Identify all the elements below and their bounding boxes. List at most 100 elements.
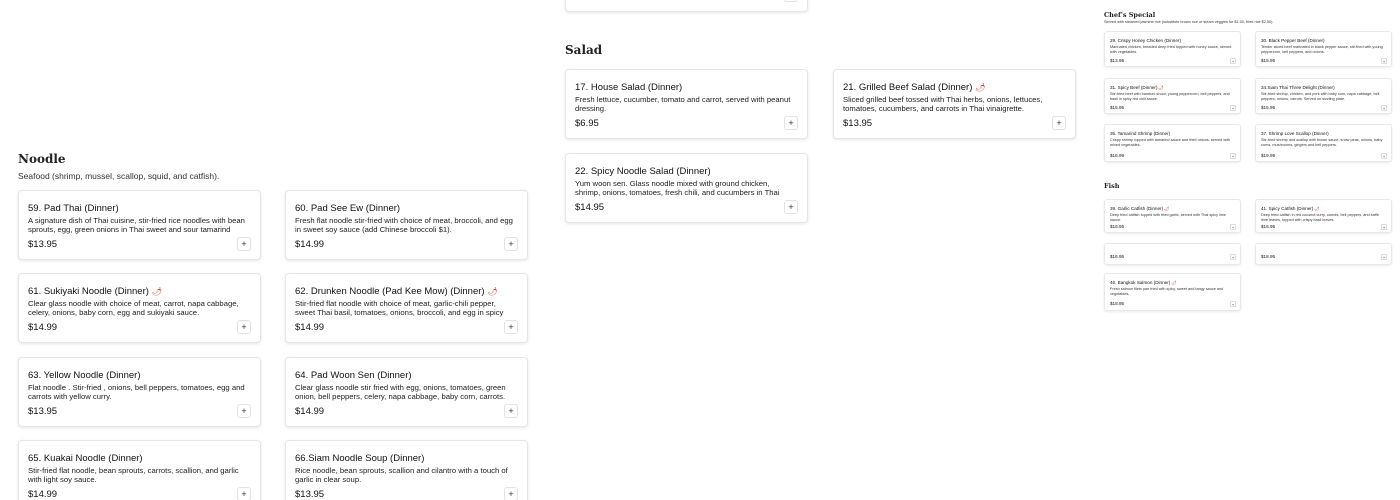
add-to-cart-button[interactable]: + xyxy=(784,200,798,214)
item-description: Clear glass noodle stir fried with egg, … xyxy=(295,383,506,402)
add-to-cart-button[interactable]: + xyxy=(237,320,251,334)
add-to-cart-button[interactable]: + xyxy=(237,487,251,500)
item-description: Fresh salmon filets pan fried with spicy… xyxy=(1110,287,1224,296)
menu-item-card[interactable]: 29. Crispy Honey Chicken (Dinner) Marina… xyxy=(1104,31,1241,67)
add-to-cart-button[interactable]: + xyxy=(784,0,798,2)
add-to-cart-button[interactable]: + xyxy=(1381,105,1387,111)
item-description: Fresh flat noodle stir-fried with choice… xyxy=(295,216,513,235)
add-to-cart-button[interactable]: + xyxy=(504,487,518,500)
menu-item-card[interactable]: 41. Spicy Catfish (Dinner)🌶 Deep fried c… xyxy=(1255,199,1392,233)
spicy-icon: 🌶 xyxy=(1158,85,1164,90)
add-to-cart-button[interactable]: + xyxy=(1381,254,1387,260)
spicy-icon: 🌶 xyxy=(151,287,163,296)
salad-section-title: Salad xyxy=(565,43,603,57)
item-title: 31. Spicy Beef (Dinner)🌶 xyxy=(1110,85,1164,90)
menu-item-card[interactable]: $18.95 + xyxy=(1255,243,1392,265)
item-description: Tender sliced beef marinated in black pe… xyxy=(1261,45,1383,54)
item-description: Rice noodle, bean sprouts, scallion and … xyxy=(295,466,508,485)
spicy-icon: 🌶 xyxy=(487,287,498,296)
item-title: 37. Shrimp Love Scallop (Dinner) xyxy=(1261,131,1329,136)
add-to-cart-button[interactable]: + xyxy=(504,320,518,334)
item-description: Stir-fried flat noodle with choice of me… xyxy=(295,299,504,318)
add-to-cart-button[interactable]: + xyxy=(1230,153,1236,159)
add-to-cart-button[interactable]: + xyxy=(1052,116,1066,130)
spicy-icon: 🌶 xyxy=(1164,206,1170,211)
item-description: Marinated chicken, breaded deep fried to… xyxy=(1110,45,1232,54)
fish-section-title: Fish xyxy=(1104,182,1120,190)
item-price: $16.99 xyxy=(1110,153,1125,158)
menu-item-card[interactable]: 64. Pad Woon Sen (Dinner) Clear glass no… xyxy=(285,357,528,427)
item-price: $6.95 xyxy=(575,118,599,129)
item-title: 64. Pad Woon Sen (Dinner) xyxy=(295,370,412,381)
item-price: $13.95 xyxy=(1110,58,1125,63)
item-price: $15.95 xyxy=(1261,105,1276,110)
item-price: $14.99 xyxy=(28,322,58,333)
item-description: Fresh lettuce, cucumber, tomato and carr… xyxy=(575,95,791,114)
item-title: 29. Crispy Honey Chicken (Dinner) xyxy=(1110,38,1181,43)
item-description: Sliced grilled beef tossed with Thai her… xyxy=(843,95,1043,114)
chef-special-section-title: Chef's Special xyxy=(1104,11,1156,19)
add-to-cart-button[interactable]: + xyxy=(1230,58,1236,64)
menu-item-card[interactable]: 65. Kuakai Noodle (Dinner) Stir-fried fl… xyxy=(18,440,261,500)
item-description: Yum woon sen. Glass noodle mixed with gr… xyxy=(575,179,780,198)
item-title: 22. Spicy Noodle Salad (Dinner) xyxy=(575,166,711,177)
item-price: $14.99 xyxy=(295,239,325,250)
item-title: 61. Sukiyaki Noodle (Dinner) 🌶 xyxy=(28,286,163,297)
add-to-cart-button[interactable]: + xyxy=(1230,105,1236,111)
item-title: 39. Garlic Catfish (Dinner)🌶 xyxy=(1110,206,1170,211)
menu-item-card[interactable]: 22. Spicy Noodle Salad (Dinner) Yum woon… xyxy=(565,153,808,223)
item-price: $16.95 xyxy=(1110,254,1125,259)
item-title: 21. Grilled Beef Salad (Dinner) 🌶 xyxy=(843,82,986,93)
item-description: Flat noodle . Stir-fried , onions, bell … xyxy=(28,383,245,402)
menu-item-card[interactable]: 63. Yellow Noodle (Dinner) Flat noodle .… xyxy=(18,357,261,427)
item-price: $13.95 xyxy=(295,489,325,500)
menu-item-card[interactable]: 59. Pad Thai (Dinner) A signature dish o… xyxy=(18,190,261,260)
chef-special-section-subtitle: Served with steamed jasmine rice (substi… xyxy=(1104,20,1274,24)
menu-item-card[interactable]: $16.95 + xyxy=(1104,243,1241,265)
item-description: Stir-fried beef with bamboo shoot, young… xyxy=(1110,92,1230,101)
item-title: 46. Bangkok Salmon (Dinner)🌶 xyxy=(1110,280,1177,285)
add-to-cart-button[interactable]: + xyxy=(1381,153,1387,159)
menu-item-card[interactable]: 31. Spicy Beef (Dinner)🌶 Stir-fried beef… xyxy=(1104,78,1241,114)
add-to-cart-button[interactable]: + xyxy=(784,116,798,130)
item-price: $19.99 xyxy=(1261,153,1276,158)
spicy-icon: 🌶 xyxy=(1314,206,1320,211)
spicy-icon: 🌶 xyxy=(975,83,986,92)
menu-item-card[interactable]: 37. Shrimp Love Scallop (Dinner) Stir-fr… xyxy=(1255,124,1392,162)
noodle-section-title: Noodle xyxy=(18,152,66,166)
add-to-cart-button[interactable]: + xyxy=(1381,224,1387,230)
menu-item-card[interactable]: 60. Pad See Ew (Dinner) Fresh flat noodl… xyxy=(285,190,528,260)
item-description: Clear glass noodle with choice of meat, … xyxy=(28,299,239,318)
add-to-cart-button[interactable]: + xyxy=(1381,58,1387,64)
menu-item-card[interactable]: 46. Bangkok Salmon (Dinner)🌶 Fresh salmo… xyxy=(1104,273,1241,311)
item-description: Deep fried catfish topped with fried gar… xyxy=(1110,213,1226,222)
spicy-icon: 🌶 xyxy=(1171,280,1177,285)
add-to-cart-button[interactable]: + xyxy=(237,237,251,251)
add-to-cart-button[interactable]: + xyxy=(1230,254,1236,260)
menu-item-card[interactable]: 30. Black Pepper Beef (Dinner) Tender sl… xyxy=(1255,31,1392,67)
menu-item-card[interactable]: 66.Siam Noodle Soup (Dinner) Rice noodle… xyxy=(285,440,528,500)
item-price: $13.95 xyxy=(28,406,58,417)
item-price: $18.95 xyxy=(1110,301,1125,306)
item-title: 62. Drunken Noodle (Pad Kee Mow) (Dinner… xyxy=(295,286,498,297)
add-to-cart-button[interactable]: + xyxy=(1230,224,1236,230)
item-description: A signature dish of Thai cuisine, stir-f… xyxy=(28,216,245,235)
menu-item-card[interactable]: 21. Grilled Beef Salad (Dinner) 🌶 Sliced … xyxy=(833,69,1076,139)
item-price: $16.95 xyxy=(1261,224,1276,229)
menu-item-card[interactable]: 62. Drunken Noodle (Pad Kee Mow) (Dinner… xyxy=(285,273,528,343)
item-title: 63. Yellow Noodle (Dinner) xyxy=(28,370,141,381)
add-to-cart-button[interactable]: + xyxy=(504,237,518,251)
item-title: 30. Black Pepper Beef (Dinner) xyxy=(1261,38,1325,43)
menu-item-card[interactable]: 61. Sukiyaki Noodle (Dinner) 🌶 Clear glas… xyxy=(18,273,261,343)
item-title: 66.Siam Noodle Soup (Dinner) xyxy=(295,453,425,464)
add-to-cart-button[interactable]: + xyxy=(1230,301,1236,307)
item-title: 59. Pad Thai (Dinner) xyxy=(28,203,119,214)
item-title: 35. Tamarind Shrimp (Dinner) xyxy=(1110,131,1171,136)
menu-item-card[interactable]: 39. Garlic Catfish (Dinner)🌶 Deep fried … xyxy=(1104,199,1241,233)
item-price: $14.99 xyxy=(295,406,325,417)
menu-item-card[interactable]: 17. House Salad (Dinner) Fresh lettuce, … xyxy=(565,69,808,139)
add-to-cart-button[interactable]: + xyxy=(237,404,251,418)
menu-item-card[interactable]: 34.Siam Thai Three Delight (Dinner) Stir… xyxy=(1255,78,1392,114)
add-to-cart-button[interactable]: + xyxy=(504,404,518,418)
menu-item-card[interactable]: 35. Tamarind Shrimp (Dinner) Crispy shri… xyxy=(1104,124,1241,162)
